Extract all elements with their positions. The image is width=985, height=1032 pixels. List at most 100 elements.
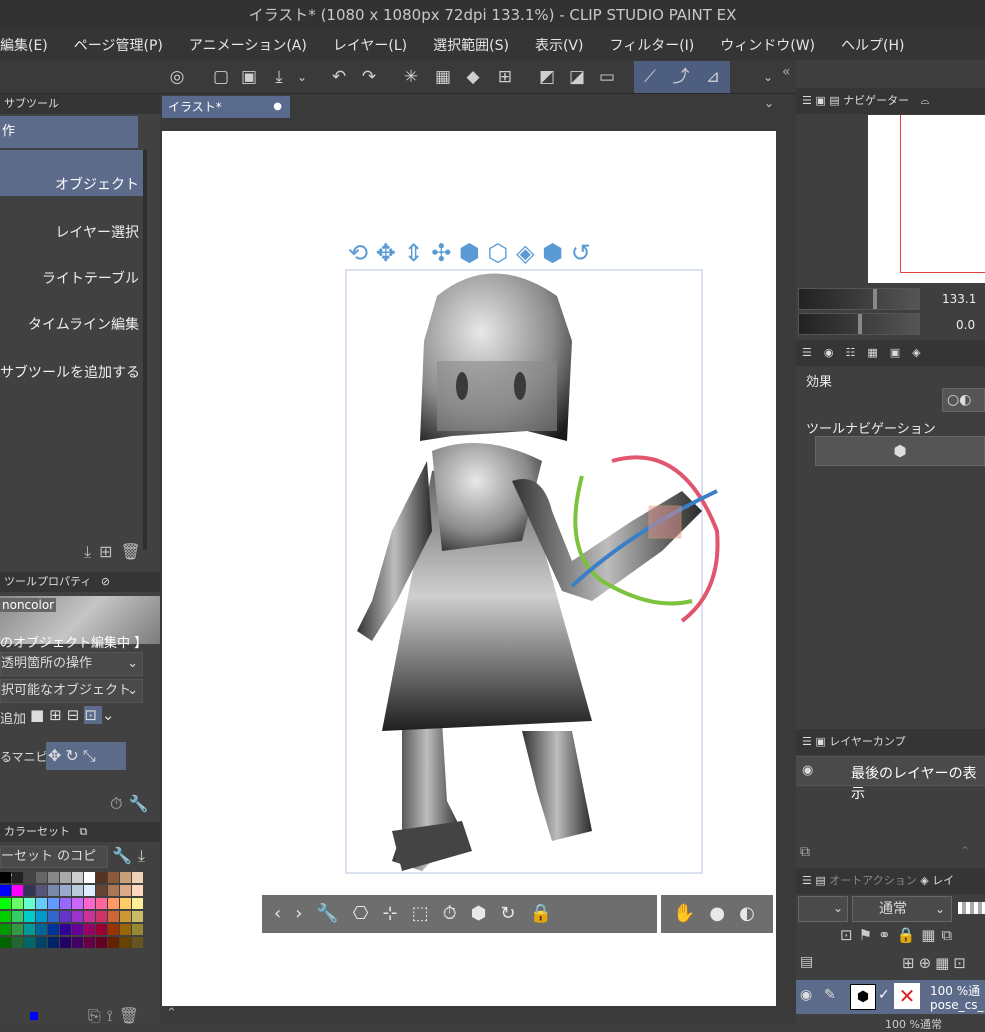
- menu-edit[interactable]: 編集(E): [0, 35, 48, 55]
- color-swatch[interactable]: [72, 885, 83, 896]
- subtool-tab[interactable]: サブツール: [0, 94, 160, 114]
- color-swatch[interactable]: [72, 937, 83, 948]
- color-swatch[interactable]: [120, 924, 131, 935]
- object-launcher-bottom[interactable]: ‹›🔧⎔⊹⬚⏱⬢↻🔒: [262, 895, 657, 933]
- color-swatch[interactable]: [48, 898, 59, 909]
- eye-icon[interactable]: ◉: [800, 987, 812, 1003]
- color-swatch[interactable]: [120, 872, 131, 883]
- color-swatch[interactable]: [0, 898, 11, 909]
- menu-window[interactable]: ウィンドウ(W): [720, 35, 815, 55]
- color-swatch[interactable]: [48, 937, 59, 948]
- layer-new-icons[interactable]: ⊞⊕▦⊡: [902, 954, 970, 972]
- document-tab[interactable]: イラスト* ●: [162, 96, 290, 118]
- color-swatch[interactable]: [120, 937, 131, 948]
- color-swatch[interactable]: [24, 911, 35, 922]
- color-swatch[interactable]: [36, 924, 47, 935]
- tab-layer[interactable]: レイ: [932, 874, 954, 887]
- subtool-scrollbar[interactable]: [143, 150, 147, 550]
- color-swatch[interactable]: [48, 911, 59, 922]
- navigator-preview[interactable]: [868, 115, 985, 283]
- color-swatch[interactable]: [24, 924, 35, 935]
- next-layer-row[interactable]: 100 %通常: [885, 1016, 942, 1032]
- color-swatch[interactable]: [72, 924, 83, 935]
- color-swatch[interactable]: [48, 924, 59, 935]
- color-swatch[interactable]: [60, 911, 71, 922]
- color-swatch[interactable]: [12, 924, 23, 935]
- color-swatch[interactable]: [12, 911, 23, 922]
- color-palette[interactable]: [0, 872, 144, 967]
- toolbar-more-icon[interactable]: ⌄: [760, 64, 776, 90]
- color-swatch[interactable]: [120, 885, 131, 896]
- color-swatch[interactable]: [84, 937, 95, 948]
- color-swatch[interactable]: [12, 937, 23, 948]
- color-swatch[interactable]: [60, 898, 71, 909]
- color-swatch[interactable]: [108, 911, 119, 922]
- color-swatch[interactable]: [0, 885, 11, 896]
- new-file-icon[interactable]: ▢: [208, 64, 234, 90]
- character-svg[interactable]: ⟲ ✥ ⇕ ✣ ⬢ ⬡ ◈ ⬢ ↺: [162, 131, 776, 1006]
- eye-icon[interactable]: ◉: [802, 763, 813, 778]
- effect-tabs[interactable]: ☰◉☷▦▣◈: [796, 340, 985, 366]
- color-swatch[interactable]: [84, 924, 95, 935]
- tab-navigator[interactable]: ナビゲーター: [843, 94, 909, 107]
- subtool-item-layer-select[interactable]: レイヤー選択: [0, 198, 143, 244]
- transparent-area-dropdown[interactable]: 透明箇所の操作 ⌄: [0, 652, 143, 676]
- color-swatch[interactable]: [0, 911, 11, 922]
- color-swatch[interactable]: [24, 872, 35, 883]
- color-swatch[interactable]: [24, 937, 35, 948]
- color-swatch[interactable]: [72, 872, 83, 883]
- tab-layer-comp[interactable]: レイヤーカンプ: [829, 735, 905, 748]
- fill-icon[interactable]: ◆: [460, 64, 486, 90]
- chevron-down-icon[interactable]: ⌄: [294, 64, 310, 90]
- layer-comp-footer-icon[interactable]: ⧉: [800, 844, 810, 860]
- color-swatch[interactable]: [12, 898, 23, 909]
- color-swatch[interactable]: [60, 924, 71, 935]
- color-swatch[interactable]: [96, 937, 107, 948]
- rotate-slider-handle[interactable]: [858, 314, 862, 334]
- tool-property-footer-icons[interactable]: ⏱🔧: [110, 794, 154, 814]
- subtool-item-light-table[interactable]: ライトテーブル: [0, 244, 143, 290]
- color-set-tab[interactable]: カラーセット ⧉: [0, 822, 160, 842]
- color-swatch[interactable]: [36, 872, 47, 883]
- subtool-footer-icons[interactable]: ⤓⊞🗑: [84, 542, 149, 562]
- color-swatch[interactable]: [132, 898, 143, 909]
- color-swatch[interactable]: [60, 872, 71, 883]
- color-swatch[interactable]: [132, 885, 143, 896]
- color-swatch[interactable]: [132, 924, 143, 935]
- color-swatch[interactable]: [132, 937, 143, 948]
- color-swatch[interactable]: [84, 872, 95, 883]
- tab-menu-icon[interactable]: ⌄: [764, 96, 774, 110]
- color-swatch[interactable]: [60, 885, 71, 896]
- zoom-slider[interactable]: [798, 288, 920, 310]
- grid-snap-icon[interactable]: ⊿: [700, 64, 726, 90]
- layer-panel-tabs[interactable]: ☰ ▤ オートアクション ◈ レイ: [796, 868, 985, 894]
- tab-subview-icon[interactable]: ⌓: [921, 94, 930, 107]
- layer-comp-row[interactable]: ◉ 最後のレイヤーの表示: [796, 756, 985, 802]
- color-set-settings-icon[interactable]: 🔧⤓: [112, 846, 151, 866]
- add-subtool-button[interactable]: サブツールを追加する: [0, 362, 140, 382]
- invert-selection-icon[interactable]: ▦: [430, 64, 456, 90]
- open-file-icon[interactable]: ▣: [236, 64, 262, 90]
- crop-icon[interactable]: ▭: [594, 64, 620, 90]
- color-swatch[interactable]: [120, 898, 131, 909]
- color-swatch[interactable]: [108, 924, 119, 935]
- color-swatch[interactable]: [72, 911, 83, 922]
- subtool-item-object[interactable]: オブジェクト: [0, 150, 143, 196]
- blend-mode-dropdown[interactable]: 通常 ⌄: [852, 896, 952, 922]
- navigator-tabs[interactable]: ☰ ▣ ▤ ナビゲーター ⌓: [796, 88, 985, 114]
- subtool-group-header[interactable]: 作: [0, 116, 138, 148]
- save-icon[interactable]: ⤓: [266, 64, 292, 90]
- color-swatch[interactable]: [132, 911, 143, 922]
- color-swatch[interactable]: [108, 872, 119, 883]
- color-swatch[interactable]: [108, 898, 119, 909]
- selectable-object-dropdown[interactable]: 択可能なオブジェクト ⌄: [0, 679, 143, 703]
- ruler-snap-icon[interactable]: ⟋: [637, 64, 663, 90]
- color-swatch[interactable]: [108, 937, 119, 948]
- menu-page[interactable]: ページ管理(P): [74, 35, 163, 55]
- color-swatch[interactable]: [84, 898, 95, 909]
- color-swatch[interactable]: [96, 885, 107, 896]
- color-swatch[interactable]: [36, 937, 47, 948]
- layer-palette-icon[interactable]: ▤: [800, 954, 813, 970]
- undo-icon[interactable]: ↶: [326, 64, 352, 90]
- chevron-up-icon[interactable]: ⌃: [960, 844, 970, 858]
